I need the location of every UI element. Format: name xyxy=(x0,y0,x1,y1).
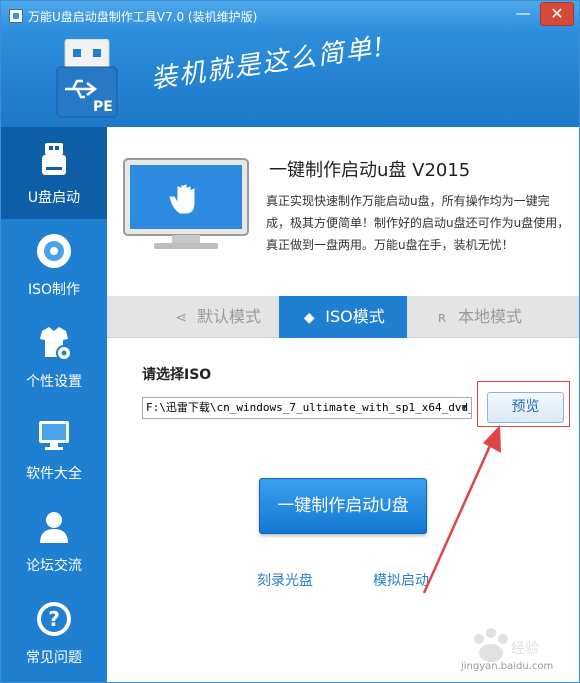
monitor-icon xyxy=(39,421,69,450)
app-icon xyxy=(9,9,23,23)
window-title: 万能U盘启动盘制作工具V7.0 (装机维护版) xyxy=(28,10,258,24)
tag-icon: ◆ xyxy=(303,310,315,326)
logo-badge: PE xyxy=(93,99,113,115)
sidebar-item-label: 常见问题 xyxy=(26,650,82,666)
sidebar-item-usb-boot[interactable]: U盘启动 xyxy=(1,127,107,219)
usb-pe-logo-icon: PE xyxy=(56,39,118,118)
title-bar[interactable]: 万能U盘启动盘制作工具V7.0 (装机维护版) — ✕ xyxy=(1,1,579,31)
svg-text:经验: 经验 xyxy=(511,641,539,657)
sidebar-item-forum[interactable]: 论坛交流 xyxy=(1,495,107,587)
svg-text:?: ? xyxy=(48,607,60,631)
burn-disc-link[interactable]: 刻录光盘 xyxy=(257,570,313,590)
sidebar-item-faq[interactable]: ? 常见问题 xyxy=(1,587,107,679)
tab-label: ISO模式 xyxy=(325,307,385,326)
watermark-text: jingyan.baidu.com xyxy=(461,661,554,672)
make-boot-usb-button[interactable]: 一键制作启动U盘 xyxy=(259,478,427,534)
sidebar-item-label: 软件大全 xyxy=(26,466,82,482)
sidebar-item-label: 论坛交流 xyxy=(26,558,82,574)
tab-local-mode[interactable]: ʀ 本地模式 xyxy=(419,296,537,338)
slogan: 装机就是这么简单! xyxy=(149,32,388,95)
sidebar: U盘启动 ISO制作 个性设置 软件大全 论坛交流 ? 常见问题 xyxy=(1,127,107,682)
sidebar-item-iso-make[interactable]: ISO制作 xyxy=(1,219,107,311)
simulate-boot-link[interactable]: 模拟启动 xyxy=(373,570,429,590)
sidebar-item-label: U盘启动 xyxy=(27,190,81,206)
shirt-gear-icon xyxy=(40,327,72,361)
preview-button[interactable]: 预览 xyxy=(487,392,564,423)
tab-label: 本地模式 xyxy=(457,307,522,326)
usb-drive-icon xyxy=(42,143,66,175)
question-icon: ? xyxy=(37,602,71,636)
minimize-button[interactable]: — xyxy=(508,2,538,26)
sidebar-item-personalize[interactable]: 个性设置 xyxy=(1,311,107,403)
app-window: 万能U盘启动盘制作工具V7.0 (装机维护版) — ✕ PE 装机就是这么简单!… xyxy=(0,0,580,683)
product-title: 一键制作启动u盘 V2015 xyxy=(269,160,471,181)
monitor-illustration-icon xyxy=(123,158,249,249)
share-icon: ⋖ xyxy=(175,310,187,326)
disc-icon xyxy=(37,234,71,268)
product-description: 真正实现快速制作万能启动u盘，所有操作均为一键完成，极其方便简单！制作好的启动u… xyxy=(266,194,570,252)
rss-icon: ʀ xyxy=(437,310,447,326)
tab-label: 默认模式 xyxy=(196,307,261,326)
close-button[interactable]: ✕ xyxy=(540,2,574,26)
iso-select-label: 请选择ISO xyxy=(142,367,212,383)
sidebar-item-software[interactable]: 软件大全 xyxy=(1,403,107,495)
tab-default-mode[interactable]: ⋖ 默认模式 xyxy=(157,296,277,338)
sidebar-item-label: ISO制作 xyxy=(27,282,81,298)
user-icon xyxy=(40,512,68,543)
iso-path-dropdown[interactable]: F:\迅雷下载\cn_windows_7_ultimate_with_sp1_x… xyxy=(142,397,472,419)
chevron-down-icon[interactable]: ▼ xyxy=(462,398,467,418)
iso-path-value: F:\迅雷下载\cn_windows_7_ultimate_with_sp1_x… xyxy=(146,401,472,414)
tab-iso-mode[interactable]: ◆ ISO模式 xyxy=(279,296,407,338)
header-banner: PE 装机就是这么简单! xyxy=(1,31,579,127)
mode-tab-bar: ⋖ 默认模式 ◆ ISO模式 ʀ 本地模式 xyxy=(107,296,579,338)
sidebar-item-label: 个性设置 xyxy=(26,374,82,390)
